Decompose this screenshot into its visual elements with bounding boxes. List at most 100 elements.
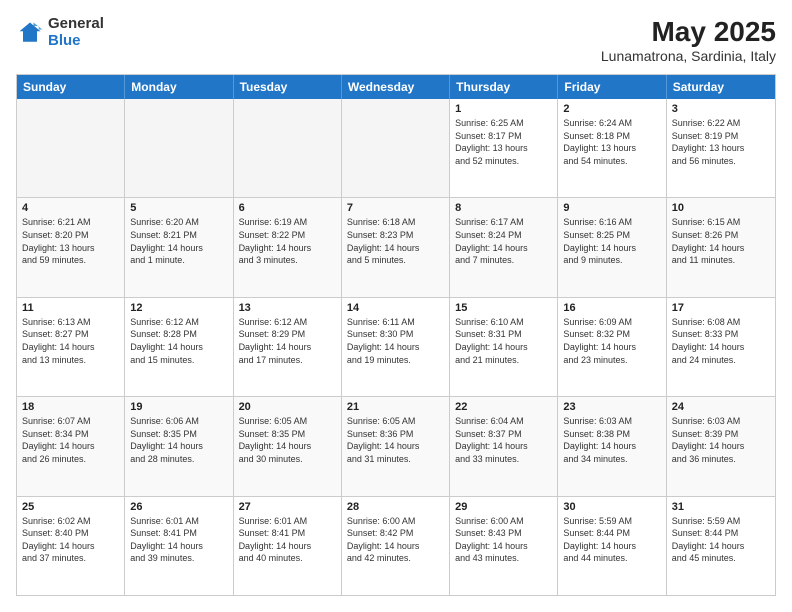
- day-cell-5: 5 Sunrise: 6:20 AM Sunset: 8:21 PM Daylig…: [125, 198, 233, 296]
- day-info: Sunrise: 6:13 AM Sunset: 8:27 PM Dayligh…: [22, 316, 119, 366]
- day-cell-24: 24Sunrise: 6:03 AM Sunset: 8:39 PM Dayli…: [667, 397, 775, 495]
- day-cell-17: 17Sunrise: 6:08 AM Sunset: 8:33 PM Dayli…: [667, 298, 775, 396]
- month-year: May 2025: [601, 16, 776, 48]
- day-info: Sunrise: 6:12 AM Sunset: 8:28 PM Dayligh…: [130, 316, 227, 366]
- location: Lunamatrona, Sardinia, Italy: [601, 48, 776, 64]
- day-info: Sunrise: 5:59 AM Sunset: 8:44 PM Dayligh…: [672, 515, 770, 565]
- day-cell-23: 23Sunrise: 6:03 AM Sunset: 8:38 PM Dayli…: [558, 397, 666, 495]
- day-number: 5: [130, 202, 227, 214]
- day-number: 8: [455, 202, 552, 214]
- day-number: 9: [563, 202, 660, 214]
- calendar: SundayMondayTuesdayWednesdayThursdayFrid…: [16, 74, 776, 596]
- day-number: 29: [455, 501, 552, 513]
- day-cell-14: 14 Sunrise: 6:11 AM Sunset: 8:30 PM Dayli…: [342, 298, 450, 396]
- empty-cell: [125, 99, 233, 197]
- day-number: 17: [672, 302, 770, 314]
- day-number: 13: [239, 302, 336, 314]
- day-info: Sunrise: 6:12 AM Sunset: 8:29 PM Dayligh…: [239, 316, 336, 366]
- day-info: Sunrise: 6:04 AM Sunset: 8:37 PM Dayligh…: [455, 415, 552, 465]
- calendar-week-5: 25 Sunrise: 6:02 AM Sunset: 8:40 PM Dayli…: [17, 496, 775, 595]
- day-cell-31: 31 Sunrise: 5:59 AM Sunset: 8:44 PM Dayli…: [667, 497, 775, 595]
- day-number: 31: [672, 501, 770, 513]
- day-number: 1: [455, 103, 552, 115]
- day-number: 4: [22, 202, 119, 214]
- day-cell-9: 9 Sunrise: 6:16 AM Sunset: 8:25 PM Daylig…: [558, 198, 666, 296]
- logo-text: General Blue: [48, 16, 104, 49]
- day-info: Sunrise: 6:20 AM Sunset: 8:21 PM Dayligh…: [130, 216, 227, 266]
- day-cell-13: 13 Sunrise: 6:12 AM Sunset: 8:29 PM Dayli…: [234, 298, 342, 396]
- day-cell-27: 27 Sunrise: 6:01 AM Sunset: 8:41 PM Dayli…: [234, 497, 342, 595]
- day-number: 14: [347, 302, 444, 314]
- day-info: Sunrise: 6:03 AM Sunset: 8:38 PM Dayligh…: [563, 415, 660, 465]
- calendar-week-2: 4 Sunrise: 6:21 AM Sunset: 8:20 PM Daylig…: [17, 197, 775, 296]
- day-number: 22: [455, 401, 552, 413]
- day-info: Sunrise: 6:16 AM Sunset: 8:25 PM Dayligh…: [563, 216, 660, 266]
- day-cell-12: 12 Sunrise: 6:12 AM Sunset: 8:28 PM Dayli…: [125, 298, 233, 396]
- day-header-wednesday: Wednesday: [342, 75, 450, 99]
- day-info: Sunrise: 6:01 AM Sunset: 8:41 PM Dayligh…: [239, 515, 336, 565]
- header: General Blue May 2025 Lunamatrona, Sardi…: [16, 16, 776, 64]
- day-cell-22: 22 Sunrise: 6:04 AM Sunset: 8:37 PM Dayli…: [450, 397, 558, 495]
- day-cell-4: 4 Sunrise: 6:21 AM Sunset: 8:20 PM Daylig…: [17, 198, 125, 296]
- day-info: Sunrise: 6:24 AM Sunset: 8:18 PM Dayligh…: [563, 117, 660, 167]
- day-info: Sunrise: 6:22 AM Sunset: 8:19 PM Dayligh…: [672, 117, 770, 167]
- day-info: Sunrise: 6:10 AM Sunset: 8:31 PM Dayligh…: [455, 316, 552, 366]
- day-info: Sunrise: 6:11 AM Sunset: 8:30 PM Dayligh…: [347, 316, 444, 366]
- day-info: Sunrise: 6:15 AM Sunset: 8:26 PM Dayligh…: [672, 216, 770, 266]
- day-number: 19: [130, 401, 227, 413]
- day-number: 26: [130, 501, 227, 513]
- logo-general-text: General: [48, 16, 104, 33]
- day-number: 30: [563, 501, 660, 513]
- day-number: 11: [22, 302, 119, 314]
- day-header-tuesday: Tuesday: [234, 75, 342, 99]
- day-number: 3: [672, 103, 770, 115]
- empty-cell: [17, 99, 125, 197]
- day-cell-28: 28 Sunrise: 6:00 AM Sunset: 8:42 PM Dayli…: [342, 497, 450, 595]
- day-cell-29: 29 Sunrise: 6:00 AM Sunset: 8:43 PM Dayli…: [450, 497, 558, 595]
- day-info: Sunrise: 6:00 AM Sunset: 8:42 PM Dayligh…: [347, 515, 444, 565]
- logo: General Blue: [16, 16, 104, 49]
- day-number: 18: [22, 401, 119, 413]
- day-number: 28: [347, 501, 444, 513]
- day-number: 10: [672, 202, 770, 214]
- day-header-saturday: Saturday: [667, 75, 775, 99]
- day-info: Sunrise: 6:02 AM Sunset: 8:40 PM Dayligh…: [22, 515, 119, 565]
- day-cell-16: 16Sunrise: 6:09 AM Sunset: 8:32 PM Dayli…: [558, 298, 666, 396]
- day-cell-3: 3 Sunrise: 6:22 AM Sunset: 8:19 PM Daylig…: [667, 99, 775, 197]
- day-number: 2: [563, 103, 660, 115]
- day-cell-21: 21Sunrise: 6:05 AM Sunset: 8:36 PM Dayli…: [342, 397, 450, 495]
- day-info: Sunrise: 6:06 AM Sunset: 8:35 PM Dayligh…: [130, 415, 227, 465]
- calendar-week-4: 18 Sunrise: 6:07 AM Sunset: 8:34 PM Dayli…: [17, 396, 775, 495]
- title-block: May 2025 Lunamatrona, Sardinia, Italy: [601, 16, 776, 64]
- calendar-week-3: 11 Sunrise: 6:13 AM Sunset: 8:27 PM Dayli…: [17, 297, 775, 396]
- day-cell-8: 8 Sunrise: 6:17 AM Sunset: 8:24 PM Daylig…: [450, 198, 558, 296]
- day-number: 21: [347, 401, 444, 413]
- day-info: Sunrise: 6:07 AM Sunset: 8:34 PM Dayligh…: [22, 415, 119, 465]
- calendar-header: SundayMondayTuesdayWednesdayThursdayFrid…: [17, 75, 775, 99]
- day-cell-30: 30Sunrise: 5:59 AM Sunset: 8:44 PM Dayli…: [558, 497, 666, 595]
- day-info: Sunrise: 6:25 AM Sunset: 8:17 PM Dayligh…: [455, 117, 552, 167]
- day-cell-11: 11 Sunrise: 6:13 AM Sunset: 8:27 PM Dayli…: [17, 298, 125, 396]
- day-cell-25: 25 Sunrise: 6:02 AM Sunset: 8:40 PM Dayli…: [17, 497, 125, 595]
- day-cell-7: 7Sunrise: 6:18 AM Sunset: 8:23 PM Daylig…: [342, 198, 450, 296]
- calendar-body: 1 Sunrise: 6:25 AM Sunset: 8:17 PM Daylig…: [17, 99, 775, 595]
- day-info: Sunrise: 6:00 AM Sunset: 8:43 PM Dayligh…: [455, 515, 552, 565]
- logo-blue-text: Blue: [48, 33, 104, 50]
- day-info: Sunrise: 6:01 AM Sunset: 8:41 PM Dayligh…: [130, 515, 227, 565]
- day-number: 16: [563, 302, 660, 314]
- day-number: 6: [239, 202, 336, 214]
- day-cell-10: 10 Sunrise: 6:15 AM Sunset: 8:26 PM Dayli…: [667, 198, 775, 296]
- day-info: Sunrise: 6:21 AM Sunset: 8:20 PM Dayligh…: [22, 216, 119, 266]
- day-cell-2: 2 Sunrise: 6:24 AM Sunset: 8:18 PM Daylig…: [558, 99, 666, 197]
- day-number: 27: [239, 501, 336, 513]
- day-header-thursday: Thursday: [450, 75, 558, 99]
- day-number: 12: [130, 302, 227, 314]
- day-info: Sunrise: 6:17 AM Sunset: 8:24 PM Dayligh…: [455, 216, 552, 266]
- day-cell-6: 6Sunrise: 6:19 AM Sunset: 8:22 PM Daylig…: [234, 198, 342, 296]
- day-info: Sunrise: 6:18 AM Sunset: 8:23 PM Dayligh…: [347, 216, 444, 266]
- calendar-week-1: 1 Sunrise: 6:25 AM Sunset: 8:17 PM Daylig…: [17, 99, 775, 197]
- day-info: Sunrise: 6:05 AM Sunset: 8:35 PM Dayligh…: [239, 415, 336, 465]
- day-number: 24: [672, 401, 770, 413]
- day-cell-18: 18 Sunrise: 6:07 AM Sunset: 8:34 PM Dayli…: [17, 397, 125, 495]
- day-number: 25: [22, 501, 119, 513]
